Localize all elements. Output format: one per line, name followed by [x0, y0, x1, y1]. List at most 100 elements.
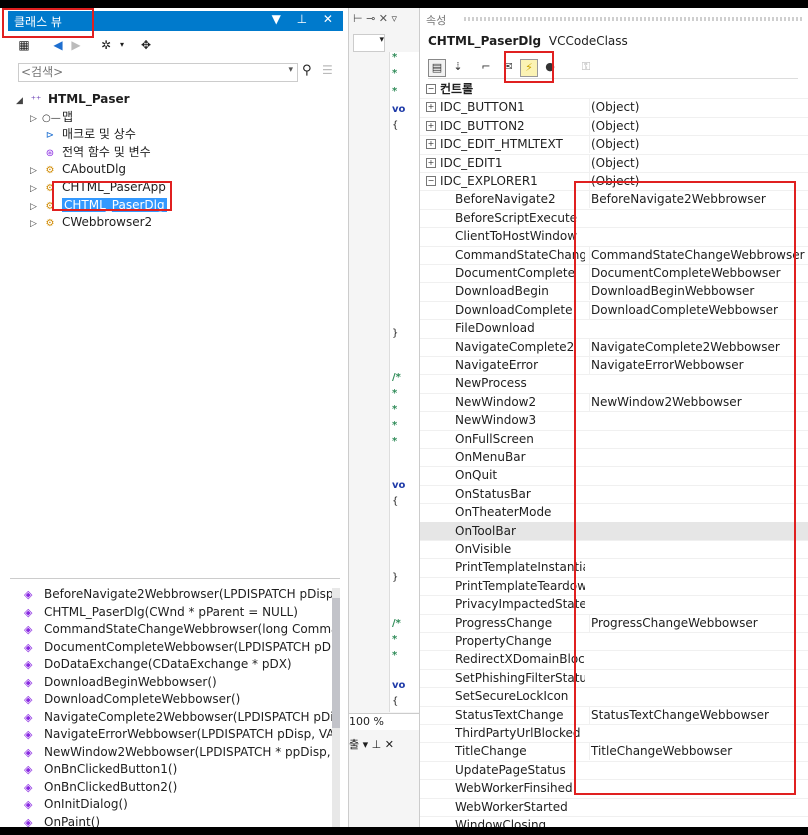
event-row[interactable]: NewWindow2 NewWindow2Webbowser [420, 392, 808, 413]
member-item[interactable]: ◈ CommandStateChangeWebbrowser(long Comma… [24, 620, 340, 638]
filter-icon[interactable]: ☰ [322, 63, 333, 77]
event-row[interactable]: WebWorkerStarted [420, 798, 808, 817]
event-row[interactable]: OnMenuBar [420, 448, 808, 468]
event-row[interactable]: OnFullScreen [420, 430, 808, 449]
chevron-down-icon[interactable]: ▾ [114, 37, 130, 53]
property-value[interactable]: ProgressChangeWebbowser [589, 613, 806, 632]
event-row[interactable]: SetSecureLockIcon [420, 687, 808, 707]
property-value[interactable]: (Object) [589, 153, 806, 172]
tree-item[interactable]: ▷ ⚙ CHTML_PaserDlg [30, 196, 167, 214]
categorized-icon[interactable]: ▤ [428, 59, 446, 77]
new-folder-icon[interactable]: ▦ [16, 37, 32, 53]
event-row[interactable]: TitleChange TitleChangeWebbowser [420, 742, 808, 762]
messages-icon[interactable]: ✉ [500, 59, 516, 75]
event-row[interactable]: PrivacyImpactedStateChange [420, 595, 808, 615]
property-value[interactable]: (Object) [589, 135, 806, 154]
expand-arrow-icon[interactable]: ▷ [30, 215, 42, 233]
tree-item[interactable]: ▷ ⚙ CWebbrowser2 [30, 213, 152, 231]
event-row[interactable]: ClientToHostWindow [420, 227, 808, 247]
event-row[interactable]: RedirectXDomainBlocked [420, 650, 808, 670]
event-row[interactable]: NavigateComplete2 NavigateComplete2Webbow… [420, 337, 808, 357]
control-row[interactable]: + IDC_EDIT_HTMLTEXT (Object) [420, 135, 808, 155]
member-item[interactable]: ◈ BeforeNavigate2Webbrowser(LPDISPATCH pD… [24, 585, 340, 603]
property-value[interactable]: NavigateComplete2Webbowser [589, 337, 806, 356]
alphabetical-icon[interactable]: ⇣ [450, 59, 466, 75]
control-row[interactable]: − IDC_EXPLORER1 (Object) [420, 172, 808, 192]
pin-icon[interactable]: ⊢ ⊸ ✕ ▿ [353, 12, 397, 25]
event-row[interactable]: OnToolBar [420, 521, 808, 541]
member-item[interactable]: ◈ DownloadBeginWebbowser() [24, 673, 217, 691]
property-value[interactable]: (Object) [589, 98, 806, 117]
window-controls[interactable]: ▼ ⊥ ✕ [272, 12, 339, 26]
back-icon[interactable]: ◀ [50, 37, 66, 53]
collapse-icon[interactable]: − [426, 84, 436, 94]
property-value[interactable]: (Object) [589, 172, 806, 190]
property-value[interactable]: CommandStateChangeWebbrowser [589, 245, 806, 264]
settings-icon[interactable]: ✲ [98, 37, 114, 53]
property-value[interactable]: DocumentCompleteWebbowser [589, 264, 806, 282]
event-row[interactable]: CommandStateChange CommandStateChangeWebb… [420, 245, 808, 265]
event-row[interactable]: UpdatePageStatus [420, 761, 808, 781]
scope-dropdown[interactable]: ▾ [353, 34, 385, 52]
member-item[interactable]: ◈ DoDataExchange(CDataExchange * pDX) [24, 655, 292, 673]
tree-item[interactable]: ▷ ○—맵 [30, 108, 73, 126]
property-value[interactable]: DownloadCompleteWebbowser [589, 300, 806, 319]
property-pages-icon[interactable]: ⚿ [578, 59, 594, 75]
events-icon[interactable]: ⚡ [520, 59, 538, 77]
expand-icon[interactable]: + [426, 157, 436, 168]
member-scrollbar-thumb[interactable] [332, 598, 340, 728]
event-row[interactable]: StatusTextChange StatusTextChangeWebbowse… [420, 705, 808, 725]
event-row[interactable]: SetPhishingFilterStatus [420, 669, 808, 689]
editor-tab-controls[interactable]: ⊢ ⊸ ✕ ▿ [349, 8, 419, 32]
class-search-box[interactable]: ▾ [18, 63, 298, 82]
event-row[interactable]: DownloadBegin DownloadBeginWebbowser [420, 282, 808, 302]
member-item[interactable]: ◈ CHTML_PaserDlg(CWnd * pParent = NULL) [24, 603, 298, 621]
zoom-level[interactable]: 100 % [349, 713, 419, 730]
event-row[interactable]: NewProcess [420, 374, 808, 394]
property-value[interactable]: NavigateErrorWebbowser [589, 356, 806, 374]
expand-arrow-icon[interactable]: ◢ [16, 92, 28, 110]
member-item[interactable]: ◈ OnBnClickedButton2() [24, 778, 177, 796]
member-item[interactable]: ◈ OnInitDialog() [24, 795, 128, 813]
event-row[interactable]: OnQuit [420, 466, 808, 486]
member-item[interactable]: ◈ NavigateComplete2Webbowser(LPDISPATCH p… [24, 708, 340, 726]
property-value[interactable]: (Object) [589, 116, 806, 135]
tree-item[interactable]: ▷ ⚙ CAboutDlg [30, 160, 126, 178]
property-value[interactable]: DownloadBeginWebbowser [589, 282, 806, 301]
event-row[interactable]: WindowClosing [420, 816, 808, 827]
member-item[interactable]: ◈ NewWindow2Webbowser(LPDISPATCH * ppDisp… [24, 743, 340, 761]
class-view-titlebar[interactable]: 클래스 뷰 ▼ ⊥ ✕ [8, 11, 343, 31]
control-row[interactable]: + IDC_EDIT1 (Object) [420, 153, 808, 173]
properties-icon[interactable]: ⌐ [478, 59, 494, 75]
tree-item[interactable]: ▷ ⚙ CHTML_PaserApp [30, 178, 166, 196]
category-row[interactable]: − 컨트롤 [420, 80, 808, 100]
property-value[interactable]: NewWindow2Webbowser [589, 392, 806, 411]
event-row[interactable]: DownloadComplete DownloadCompleteWebbowse… [420, 300, 808, 321]
event-row[interactable]: PrintTemplateInstantiation [420, 558, 808, 578]
collapse-icon[interactable]: − [426, 176, 436, 186]
search-icon[interactable]: ⚲ [302, 63, 312, 78]
event-row[interactable]: ProgressChange ProgressChangeWebbowser [420, 613, 808, 633]
class-wizard-icon[interactable]: ✥ [138, 37, 154, 53]
event-row[interactable]: WebWorkerFinsihed [420, 779, 808, 799]
member-item[interactable]: ◈ DocumentCompleteWebbowser(LPDISPATCH pD… [24, 638, 340, 656]
member-item[interactable]: ◈ OnPaint() [24, 813, 100, 828]
property-value[interactable]: TitleChangeWebbowser [589, 742, 806, 761]
overrides-icon[interactable]: ● [542, 59, 558, 75]
event-row[interactable]: DocumentComplete DocumentCompleteWebbowse… [420, 264, 808, 284]
control-row[interactable]: + IDC_BUTTON2 (Object) [420, 116, 808, 137]
event-row[interactable]: FileDownload [420, 319, 808, 339]
property-value[interactable]: StatusTextChangeWebbowser [589, 705, 806, 724]
forward-icon[interactable]: ▶ [68, 37, 84, 53]
tree-item[interactable]: ⊳ 매크로 및 상수 [30, 125, 136, 143]
event-row[interactable]: OnStatusBar [420, 485, 808, 505]
event-row[interactable]: BeforeNavigate2 BeforeNavigate2Webbrowser [420, 190, 808, 210]
search-input[interactable] [19, 64, 273, 79]
tree-item[interactable]: ⊛ 전역 함수 및 변수 [30, 143, 151, 161]
event-row[interactable]: ThirdPartyUrlBlocked [420, 724, 808, 744]
property-value[interactable]: BeforeNavigate2Webbrowser [589, 190, 806, 209]
code-area[interactable]: * * * vo {} /* * * * * vo {} /* * * vo { [389, 52, 419, 712]
event-row[interactable]: OnVisible [420, 540, 808, 560]
expand-icon[interactable]: + [426, 139, 436, 150]
output-tab[interactable]: 출 ▾ ⊥ ✕ [349, 736, 419, 754]
